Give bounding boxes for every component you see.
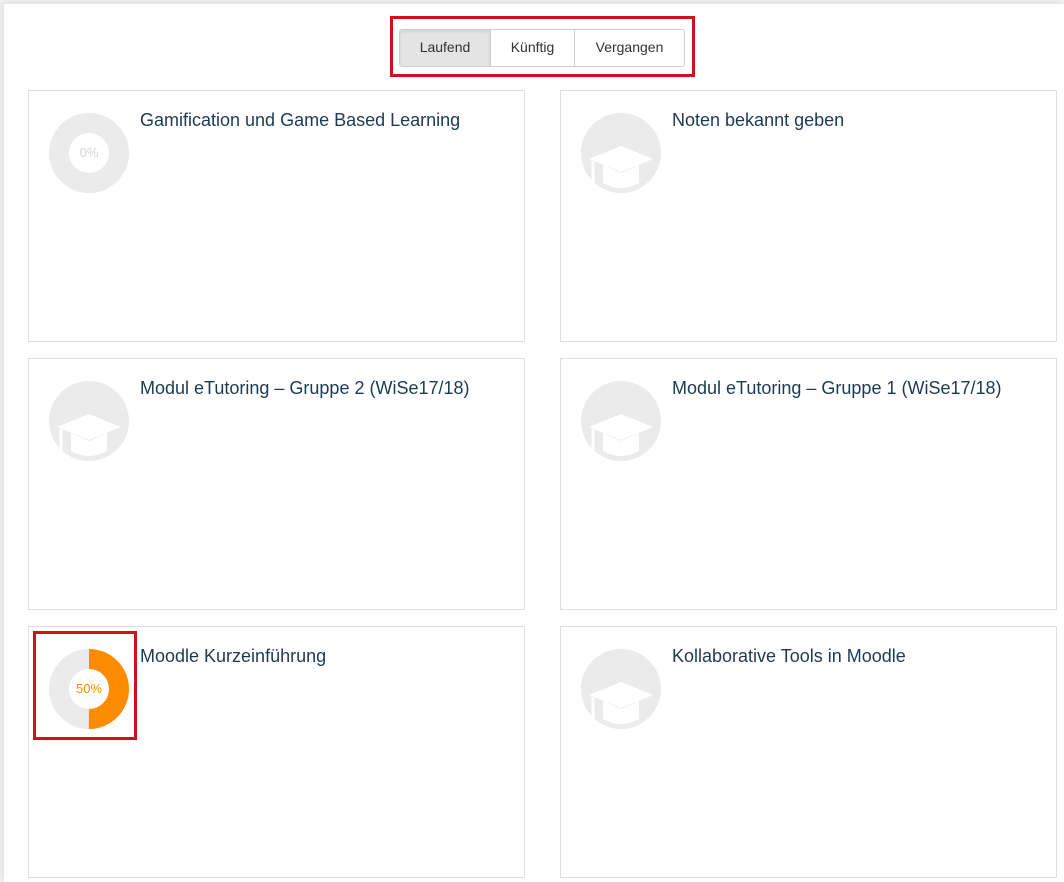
course-filter-tabs: Laufend Künftig Vergangen	[399, 29, 685, 67]
graduation-cap-icon	[581, 113, 661, 193]
progress-percent: 0%	[79, 145, 99, 160]
graduation-cap-icon	[581, 381, 661, 461]
course-card[interactable]: Kollaborative Tools in Moodle	[560, 626, 1057, 878]
course-card[interactable]: 0% Gamification und Game Based Learning	[28, 90, 525, 342]
tab-vergangen[interactable]: Vergangen	[575, 30, 684, 66]
course-title[interactable]: Modul eTutoring – Gruppe 2 (WiSe17/18)	[140, 379, 510, 398]
tab-laufend[interactable]: Laufend	[400, 30, 491, 66]
course-card[interactable]: Noten bekannt geben	[560, 90, 1057, 342]
course-title[interactable]: Modul eTutoring – Gruppe 1 (WiSe17/18)	[672, 379, 1042, 398]
course-card[interactable]: 50% Moodle Kurzeinführung	[28, 626, 525, 878]
course-card[interactable]: Modul eTutoring – Gruppe 1 (WiSe17/18)	[560, 358, 1057, 610]
progress-ring: 0%	[49, 113, 129, 193]
course-title[interactable]: Noten bekannt geben	[672, 111, 1042, 130]
course-title[interactable]: Moodle Kurzeinführung	[140, 647, 510, 666]
course-title[interactable]: Gamification und Game Based Learning	[140, 111, 510, 130]
progress-ring: 50%	[49, 649, 129, 729]
tab-kuenftig[interactable]: Künftig	[491, 30, 575, 66]
course-card[interactable]: Modul eTutoring – Gruppe 2 (WiSe17/18)	[28, 358, 525, 610]
graduation-cap-icon	[49, 381, 129, 461]
course-title[interactable]: Kollaborative Tools in Moodle	[672, 647, 1042, 666]
graduation-cap-icon	[581, 649, 661, 729]
progress-percent: 50%	[75, 681, 103, 696]
